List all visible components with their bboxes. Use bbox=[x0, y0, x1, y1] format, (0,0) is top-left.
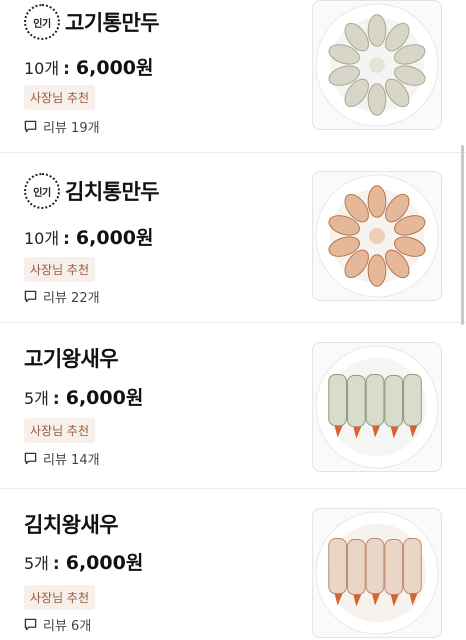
price-row: 5개 : 6,000원 bbox=[24, 548, 143, 575]
review-link[interactable]: 리뷰 14개 bbox=[24, 449, 100, 468]
price-separator: : bbox=[63, 59, 70, 79]
title-row: 김치왕새우 bbox=[24, 509, 119, 539]
menu-item-info: 인기 김치통만두 10개 : 6,000원 사장님 추천 리뷰 22개 bbox=[24, 153, 294, 322]
quantity-label: 10개 bbox=[24, 229, 60, 248]
price-separator: : bbox=[63, 229, 70, 249]
chat-bubble-icon bbox=[24, 618, 37, 631]
quantity-label: 10개 bbox=[24, 59, 60, 78]
menu-item-meat-king-shrimp[interactable]: 고기왕새우 5개 : 6,000원 사장님 추천 리뷰 14개 bbox=[0, 323, 466, 489]
menu-item-kimchi-king-shrimp[interactable]: 김치왕새우 5개 : 6,000원 사장님 추천 리뷰 6개 bbox=[0, 489, 466, 640]
meat-dumplings-plate-image bbox=[315, 3, 439, 127]
price-amount: 6,000원 bbox=[75, 57, 154, 79]
price-row: 10개 : 6,000원 bbox=[24, 53, 154, 80]
review-link[interactable]: 리뷰 19개 bbox=[24, 117, 100, 136]
title-row: 인기 고기통만두 bbox=[24, 4, 160, 40]
review-link[interactable]: 리뷰 6개 bbox=[24, 615, 91, 634]
owner-recommend-tag: 사장님 추천 bbox=[24, 257, 96, 282]
price-amount: 6,000원 bbox=[65, 552, 144, 574]
price-amount: 6,000원 bbox=[65, 387, 144, 409]
menu-item-image[interactable] bbox=[312, 342, 442, 472]
price-separator: : bbox=[52, 389, 60, 409]
quantity-label: 5개 bbox=[24, 554, 49, 573]
price-amount: 6,000원 bbox=[75, 227, 154, 249]
menu-item-info: 인기 고기통만두 10개 : 6,000원 사장님 추천 리뷰 19개 bbox=[24, 0, 294, 152]
menu-item-title: 고기왕새우 bbox=[24, 347, 119, 371]
owner-recommend-tag: 사장님 추천 bbox=[24, 85, 96, 110]
price-separator: : bbox=[52, 554, 60, 574]
menu-item-image[interactable] bbox=[312, 171, 442, 301]
review-count: 리뷰 14개 bbox=[43, 453, 100, 468]
quantity-label: 5개 bbox=[24, 389, 49, 408]
chat-bubble-icon bbox=[24, 120, 37, 133]
scrollbar[interactable] bbox=[461, 145, 464, 325]
review-count: 리뷰 19개 bbox=[43, 121, 100, 136]
meat-king-shrimp-plate-image bbox=[315, 345, 439, 469]
menu-item-title: 김치통만두 bbox=[65, 180, 160, 204]
menu-list: 인기 고기통만두 10개 : 6,000원 사장님 추천 리뷰 19개 인기 김… bbox=[0, 0, 466, 640]
menu-item-meat-dumpling[interactable]: 인기 고기통만두 10개 : 6,000원 사장님 추천 리뷰 19개 bbox=[0, 0, 466, 153]
kimchi-dumplings-plate-image bbox=[315, 174, 439, 298]
title-row: 고기왕새우 bbox=[24, 343, 119, 373]
review-count: 리뷰 22개 bbox=[43, 291, 100, 306]
menu-item-kimchi-dumpling[interactable]: 인기 김치통만두 10개 : 6,000원 사장님 추천 리뷰 22개 bbox=[0, 153, 466, 323]
chat-bubble-icon bbox=[24, 452, 37, 465]
menu-item-image[interactable] bbox=[312, 508, 442, 638]
popular-badge-icon: 인기 bbox=[24, 173, 60, 209]
owner-recommend-tag: 사장님 추천 bbox=[24, 585, 96, 610]
menu-item-info: 고기왕새우 5개 : 6,000원 사장님 추천 리뷰 14개 bbox=[24, 323, 294, 488]
menu-item-image[interactable] bbox=[312, 0, 442, 130]
menu-item-info: 김치왕새우 5개 : 6,000원 사장님 추천 리뷰 6개 bbox=[24, 489, 294, 640]
menu-item-title: 고기통만두 bbox=[65, 11, 160, 35]
owner-recommend-tag: 사장님 추천 bbox=[24, 418, 96, 443]
popular-badge-icon: 인기 bbox=[24, 4, 60, 40]
review-count: 리뷰 6개 bbox=[43, 619, 92, 634]
chat-bubble-icon bbox=[24, 290, 37, 303]
review-link[interactable]: 리뷰 22개 bbox=[24, 287, 100, 306]
kimchi-king-shrimp-plate-image bbox=[315, 511, 439, 635]
price-row: 10개 : 6,000원 bbox=[24, 223, 154, 250]
title-row: 인기 김치통만두 bbox=[24, 173, 160, 209]
menu-item-title: 김치왕새우 bbox=[24, 513, 119, 537]
price-row: 5개 : 6,000원 bbox=[24, 383, 143, 410]
